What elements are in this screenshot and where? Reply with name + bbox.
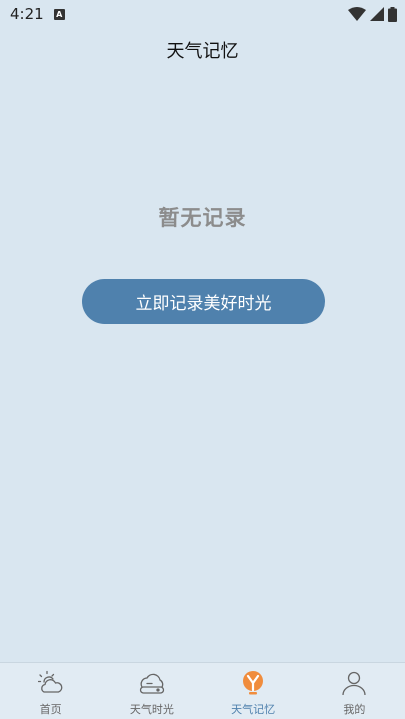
nav-item-weather-time[interactable]: 天气时光 bbox=[101, 663, 202, 719]
signal-icon bbox=[370, 7, 384, 21]
wifi-icon bbox=[348, 7, 366, 21]
nav-label-weather-time: 天气时光 bbox=[129, 703, 174, 716]
notification-app-icon: A bbox=[53, 8, 65, 20]
page-title: 天气记忆 bbox=[166, 41, 239, 62]
status-time: 4:21 bbox=[10, 5, 44, 23]
battery-icon bbox=[388, 6, 397, 22]
record-now-button[interactable]: 立即记录美好时光 bbox=[82, 279, 325, 324]
status-icons bbox=[348, 6, 397, 22]
weather-time-icon bbox=[139, 673, 165, 694]
bottom-nav: 首页 天气时光 天气记忆 我的 bbox=[0, 662, 405, 719]
nav-item-home[interactable]: 首页 bbox=[0, 663, 101, 719]
nav-label-weather-memory: 天气记忆 bbox=[231, 703, 276, 716]
nav-item-weather-memory[interactable]: 天气记忆 bbox=[203, 663, 304, 719]
status-bar: 4:21 A bbox=[0, 0, 405, 28]
empty-state-text: 暂无记录 bbox=[158, 206, 247, 230]
nav-label-profile: 我的 bbox=[343, 703, 366, 716]
person-icon bbox=[342, 671, 367, 696]
weather-memory-icon bbox=[243, 671, 264, 695]
nav-item-profile[interactable]: 我的 bbox=[304, 663, 405, 719]
nav-label-home: 首页 bbox=[39, 703, 62, 716]
sun-cloud-icon bbox=[37, 670, 62, 693]
